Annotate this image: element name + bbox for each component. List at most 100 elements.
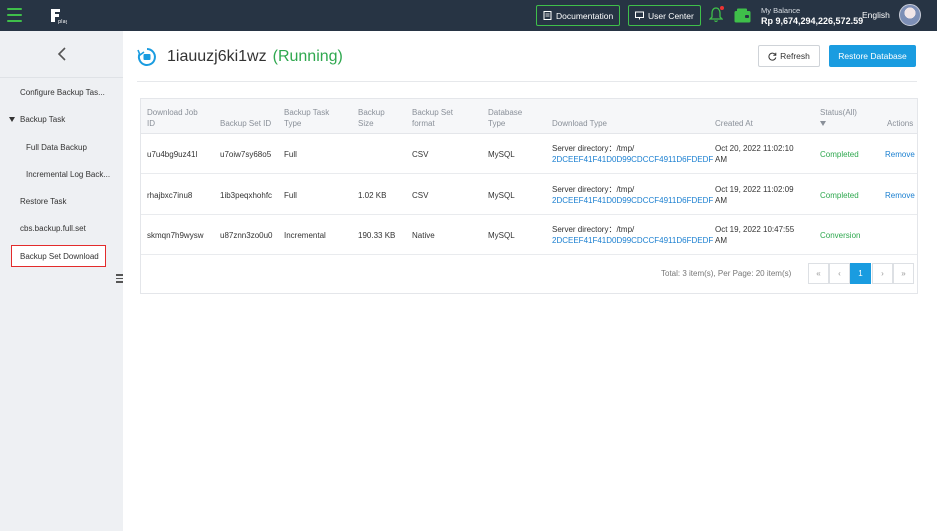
language-selector[interactable]: English	[862, 10, 890, 20]
download-path-link[interactable]: 2DCEEF41F41D0D99CDCCF4911D6FDEDF	[552, 196, 713, 205]
refresh-button[interactable]: Refresh	[758, 45, 820, 67]
sidebar-item-label: Backup Set Download	[20, 251, 99, 261]
chevron-left-icon	[57, 47, 66, 61]
balance-display: My Balance Rp 9,674,294,226,572.59	[761, 5, 863, 27]
remove-link[interactable]: Remove	[885, 134, 915, 174]
cell-job-id: skmqn7h9wysw	[147, 230, 204, 240]
cell-task-type: Incremental	[284, 230, 326, 240]
cell-download-type: Server directory：/tmp/2DCEEF41F41D0D99CD…	[552, 144, 714, 164]
header-divider	[137, 81, 917, 82]
sidebar-item-restore-task[interactable]: Restore Task	[0, 190, 123, 212]
menu-icon[interactable]	[7, 8, 22, 22]
cell-download-type: Server directory：/tmp/2DCEEF41F41D0D99CD…	[552, 225, 714, 245]
documentation-label: Documentation	[556, 10, 614, 21]
download-path-link[interactable]: 2DCEEF41F41D0D99CDCCF4911D6FDEDF	[552, 155, 713, 164]
page-1-button[interactable]: 1	[850, 263, 871, 284]
cell-db-type: MySQL	[488, 190, 515, 200]
sidebar-item-cbs-backup-full-set[interactable]: cbs.backup.full.set	[0, 217, 123, 239]
refresh-icon	[768, 52, 777, 61]
logo-icon[interactable]: play	[47, 6, 67, 25]
main-content: 1iauuzj6ki1wz (Running) Refresh Restore …	[123, 31, 937, 531]
cell-job-id: u7u4bg9uz41l	[147, 149, 198, 159]
page-header: 1iauuzj6ki1wz (Running)	[137, 44, 343, 70]
wallet-icon[interactable]	[734, 8, 751, 23]
cell-db-type: MySQL	[488, 149, 515, 159]
sidebar-item-full-data-backup[interactable]: Full Data Backup	[0, 136, 123, 158]
cell-set-id: u87znn3zo0u0	[220, 230, 273, 240]
caret-down-icon	[9, 116, 15, 122]
cell-db-type: MySQL	[488, 230, 515, 240]
status-badge: Completed	[820, 149, 859, 159]
cell-task-type: Full	[284, 149, 297, 159]
table-row: u7u4bg9uz41l u7oiw7sy68o5 Full CSV MySQL…	[141, 134, 917, 174]
status-badge: Completed	[820, 190, 859, 200]
document-icon	[543, 11, 552, 20]
sidebar-item-incremental-log-backup[interactable]: Incremental Log Back...	[0, 163, 123, 185]
cell-format: CSV	[412, 149, 429, 159]
top-bar: play Documentation User Center My Balanc…	[0, 0, 937, 31]
cell-job-id: rhajbxc7inu8	[147, 190, 193, 200]
col-download-type: Download Type	[552, 119, 607, 128]
first-page-button[interactable]: «	[808, 263, 829, 284]
col-download-job-id: Download Job ID	[147, 108, 198, 128]
cell-created-at: Oct 19, 2022 11:02:09 AM	[715, 185, 794, 205]
prev-page-button[interactable]: ‹	[829, 263, 850, 284]
col-backup-set-format: Backup Set format	[412, 108, 453, 128]
table-row: skmqn7h9wysw u87znn3zo0u0 Incremental 19…	[141, 215, 917, 255]
cell-task-type: Full	[284, 190, 297, 200]
notification-button[interactable]	[708, 5, 725, 23]
sync-icon	[137, 48, 156, 66]
cell-format: Native	[412, 230, 435, 240]
svg-text:play: play	[58, 19, 67, 25]
sidebar-item-backup-set-download[interactable]: Backup Set Download	[11, 245, 106, 267]
documentation-button[interactable]: Documentation	[536, 5, 621, 26]
cell-set-id: u7oiw7sy68o5	[220, 149, 272, 159]
balance-label: My Balance	[761, 6, 801, 15]
col-backup-set-id: Backup Set ID	[220, 119, 272, 128]
table-header: Download Job ID Backup Set ID Backup Task…	[141, 99, 917, 134]
col-database-type: Database Type	[488, 108, 523, 128]
cell-size: 1.02 KB	[358, 190, 387, 200]
remove-link[interactable]: Remove	[885, 175, 915, 215]
cell-download-type: Server directory：/tmp/2DCEEF41F41D0D99CD…	[552, 185, 714, 205]
user-center-label: User Center	[648, 10, 694, 21]
instance-status: (Running)	[272, 48, 343, 65]
last-page-button[interactable]: »	[893, 263, 914, 284]
notification-dot	[719, 5, 725, 11]
table-row: rhajbxc7inu8 1ib3peqxhohfc Full 1.02 KB …	[141, 175, 917, 215]
user-center-button[interactable]: User Center	[628, 5, 701, 26]
cell-set-id: 1ib3peqxhohfc	[220, 190, 273, 200]
sidebar-item-label: Backup Task	[20, 114, 66, 124]
avatar[interactable]	[899, 4, 921, 26]
sort-icon	[820, 121, 826, 126]
col-backup-size: Backup Size	[358, 108, 385, 128]
sidebar-item-label: Incremental Log Back...	[26, 169, 111, 179]
col-actions: Actions	[887, 119, 914, 128]
cell-format: CSV	[412, 190, 429, 200]
sidebar-item-label: cbs.backup.full.set	[20, 223, 86, 233]
col-backup-task-type: Backup Task Type	[284, 108, 330, 128]
cell-created-at: Oct 20, 2022 11:02:10 AM	[715, 144, 794, 164]
sidebar-item-configure-backup-task[interactable]: Configure Backup Tas...	[0, 81, 123, 103]
cell-created-at: Oct 19, 2022 10:47:55 AM	[715, 225, 795, 245]
balance-value: Rp 9,674,294,226,572.59	[761, 16, 864, 26]
refresh-label: Refresh	[780, 51, 810, 61]
sidebar-item-label: Restore Task	[20, 196, 67, 206]
collapse-sidebar-button[interactable]	[0, 31, 123, 78]
col-created-at: Created At	[715, 119, 753, 128]
page-title: 1iauuzj6ki1wz	[167, 48, 267, 65]
pagination-total: Total: 3 item(s), Per Page: 20 item(s)	[661, 269, 792, 278]
download-jobs-table: Download Job ID Backup Set ID Backup Task…	[140, 98, 918, 294]
status-badge: Conversion	[820, 230, 861, 240]
col-status-filter[interactable]: Status(All)	[820, 99, 857, 134]
restore-database-button[interactable]: Restore Database	[829, 45, 916, 67]
sidebar-item-label: Full Data Backup	[26, 142, 87, 152]
next-page-button[interactable]: ›	[872, 263, 893, 284]
sidebar-item-backup-task[interactable]: Backup Task	[0, 108, 123, 130]
pagination: Total: 3 item(s), Per Page: 20 item(s) «…	[141, 255, 917, 293]
sidebar-item-label: Configure Backup Tas...	[20, 87, 105, 97]
monitor-icon	[635, 11, 644, 20]
sidebar: Configure Backup Tas... Backup Task Full…	[0, 31, 124, 531]
cell-size: 190.33 KB	[358, 230, 396, 240]
download-path-link[interactable]: 2DCEEF41F41D0D99CDCCF4911D6FDEDF	[552, 236, 713, 245]
